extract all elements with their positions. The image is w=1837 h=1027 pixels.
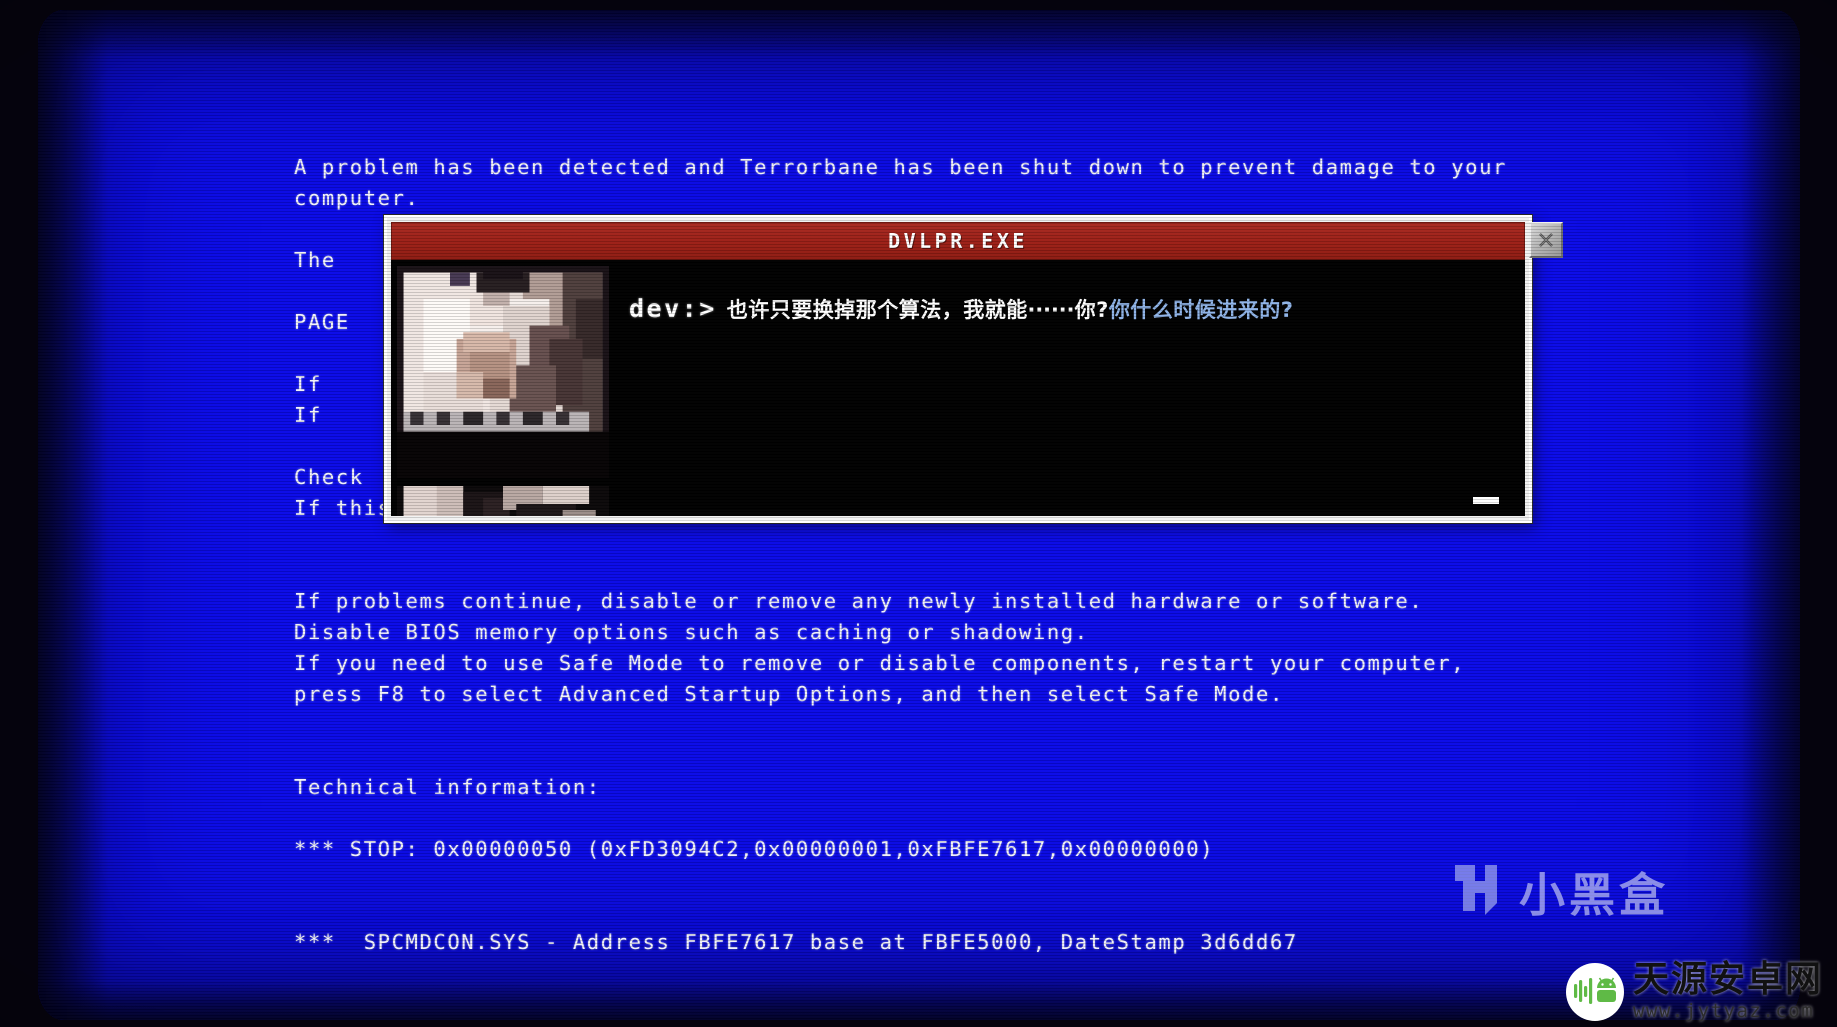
- portrait-strip-art: [397, 486, 609, 516]
- bsod-line: If problems continue, disable or remove …: [294, 589, 1424, 613]
- continue-indicator[interactable]: [1473, 497, 1499, 504]
- bsod-blank-line: [294, 896, 1714, 927]
- bsod-blank-line: [294, 803, 1714, 834]
- bsod-blank-line: [294, 555, 1714, 586]
- dialog-body[interactable]: dev:> 也许只要换掉那个算法，我就能‧‧‧‧‧‧你? 你什么时候进来的?: [391, 260, 1525, 516]
- bsod-line: *** SPCMDCON.SYS - Address FBFE7617 base…: [294, 930, 1298, 954]
- portrait-bottom-strip: [397, 486, 609, 516]
- dialog-title-bar[interactable]: DVLPR.EXE: [391, 222, 1563, 260]
- dialog-title: DVLPR.EXE: [888, 229, 1028, 253]
- crt-blue-screen: A problem has been detected and Terrorba…: [38, 10, 1800, 1020]
- screenshot-root: A problem has been detected and Terrorba…: [0, 0, 1837, 1027]
- dialog-message-main: 也许只要换掉那个算法，我就能‧‧‧‧‧‧你?: [726, 298, 1109, 322]
- bsod-blank-line: [294, 741, 1714, 772]
- close-button[interactable]: [1529, 222, 1563, 258]
- bsod-line: *** STOP: 0x00000050 (0xFD3094C2,0x00000…: [294, 837, 1215, 861]
- bsod-blank-line: [294, 865, 1714, 896]
- dialog-message-alt: 你什么时候进来的?: [1108, 298, 1294, 322]
- bsod-line: A problem has been detected and Terrorba…: [294, 155, 1507, 179]
- close-x-icon: [1536, 230, 1556, 250]
- dialog-message-row: dev:> 也许只要换掉那个算法，我就能‧‧‧‧‧‧你? 你什么时候进来的?: [609, 260, 1525, 324]
- bsod-blank-line: [294, 524, 1714, 555]
- bsod-line: press F8 to select Advanced Startup Opti…: [294, 682, 1284, 706]
- dev-prompt: dev:>: [629, 294, 717, 323]
- bsod-blank-line: [294, 710, 1714, 741]
- portrait-pixel-art: [397, 266, 609, 478]
- bsod-line: Technical information:: [294, 775, 601, 799]
- bsod-line: computer.: [294, 186, 420, 210]
- portrait-thumbnail: [397, 266, 609, 478]
- bsod-line: Disable BIOS memory options such as cach…: [294, 620, 1089, 644]
- dvlpr-dialog-window[interactable]: DVLPR.EXE dev:> 也许只要换掉那个算法，我就能‧‧‧‧‧‧你? 你…: [384, 215, 1563, 523]
- bsod-line: If you need to use Safe Mode to remove o…: [294, 651, 1466, 675]
